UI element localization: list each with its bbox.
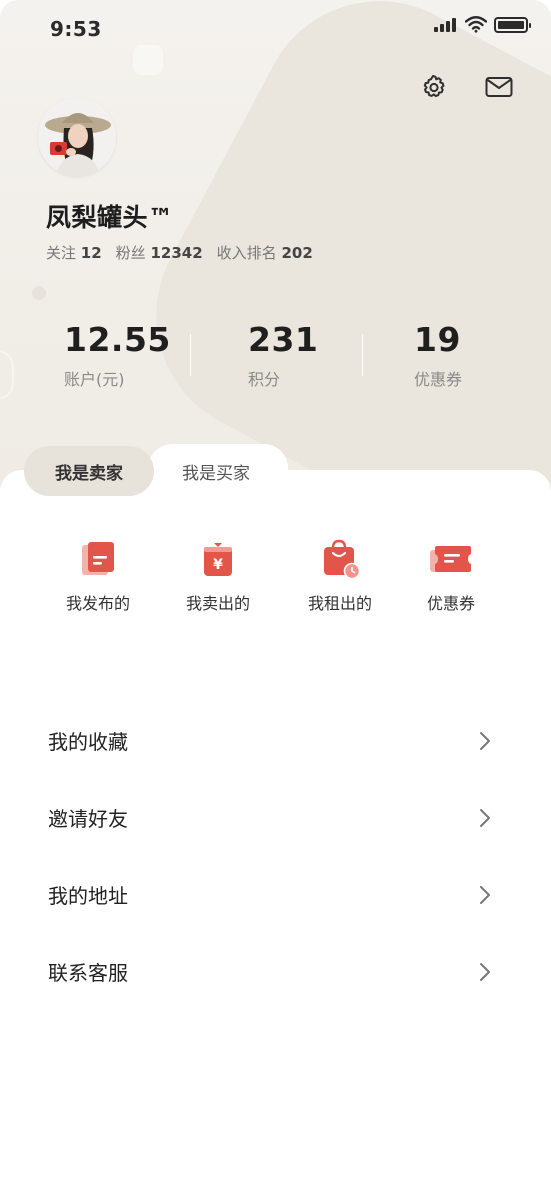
quick-action-published[interactable]: 我发布的 [43, 538, 153, 614]
chevron-right-icon [480, 732, 490, 750]
chevron-right-icon [480, 809, 490, 827]
balance-stat[interactable]: 12.55 账户(元) [64, 320, 171, 390]
menu-item-customer-service[interactable]: 联系客服 [0, 933, 551, 1010]
messages-button[interactable] [484, 72, 514, 102]
decor-dot [32, 286, 46, 300]
stat-divider [362, 334, 363, 376]
menu-item-label: 我的地址 [48, 884, 128, 908]
quick-actions: 我发布的 ¥ 我卖出的 我租出的 优惠券 [0, 538, 551, 628]
ticket-icon [430, 546, 471, 572]
chevron-right-icon [480, 963, 490, 981]
settings-button[interactable] [418, 72, 448, 102]
avatar[interactable] [38, 98, 116, 176]
menu-item-address[interactable]: 我的地址 [0, 856, 551, 933]
menu-item-favorites[interactable]: 我的收藏 [0, 702, 551, 779]
quick-action-label: 我卖出的 [185, 594, 250, 613]
quick-action-sold[interactable]: ¥ 我卖出的 [163, 538, 273, 614]
tab-seller[interactable]: 我是卖家 [24, 446, 154, 496]
tab-buyer[interactable]: 我是买家 [160, 446, 272, 496]
status-bar: 9:53 [0, 0, 551, 56]
quick-action-label: 我发布的 [65, 594, 130, 613]
balance-value: 12.55 [64, 320, 171, 359]
menu-item-label: 邀请好友 [48, 807, 128, 831]
quick-action-coupons[interactable]: 优惠券 [396, 538, 506, 614]
menu-item-invite-friends[interactable]: 邀请好友 [0, 779, 551, 856]
settings-menu: 我的收藏 邀请好友 我的地址 联系客服 [0, 702, 551, 1010]
battery-icon [494, 17, 531, 33]
income-rank-stat[interactable]: 收入排名 202 [217, 242, 313, 263]
yen-bag-icon: ¥ [204, 543, 232, 576]
menu-item-label: 我的收藏 [48, 730, 128, 754]
status-time: 9:53 [50, 17, 102, 41]
coupons-value: 19 [414, 320, 461, 359]
stat-divider [190, 334, 191, 376]
menu-item-label: 联系客服 [48, 961, 128, 985]
username: 凤梨罐头™ [46, 203, 174, 232]
avatar-photo [38, 98, 116, 176]
quick-action-rented[interactable]: 我租出的 [285, 538, 395, 614]
balance-label: 账户(元) [64, 370, 125, 389]
account-stats: 12.55 账户(元) 231 积分 19 优惠券 [0, 320, 551, 400]
wifi-icon [465, 16, 487, 33]
coupons-label: 优惠券 [414, 370, 463, 389]
points-value: 231 [248, 320, 319, 359]
svg-text:¥: ¥ [213, 557, 223, 573]
fans-stat[interactable]: 粉丝 12342 [116, 242, 203, 263]
mail-icon [485, 77, 513, 97]
follow-stat[interactable]: 关注 12 [46, 242, 102, 263]
document-icon [82, 542, 114, 575]
quick-action-label: 优惠券 [426, 594, 475, 613]
points-label: 积分 [248, 370, 281, 389]
gear-icon [423, 75, 445, 98]
points-stat[interactable]: 231 积分 [248, 320, 318, 390]
profile-screen: 9:53 凤梨罐头™ 关注 12 粉丝 12342 收入排名 202 12.55… [0, 0, 551, 1188]
quick-action-label: 我租出的 [307, 594, 372, 613]
shopping-bag-clock-icon [324, 539, 361, 580]
coupons-stat[interactable]: 19 优惠券 [414, 320, 462, 390]
profile-meta: 关注 12 粉丝 12342 收入排名 202 [46, 242, 313, 263]
signal-icon [434, 18, 456, 32]
chevron-right-icon [480, 886, 490, 904]
